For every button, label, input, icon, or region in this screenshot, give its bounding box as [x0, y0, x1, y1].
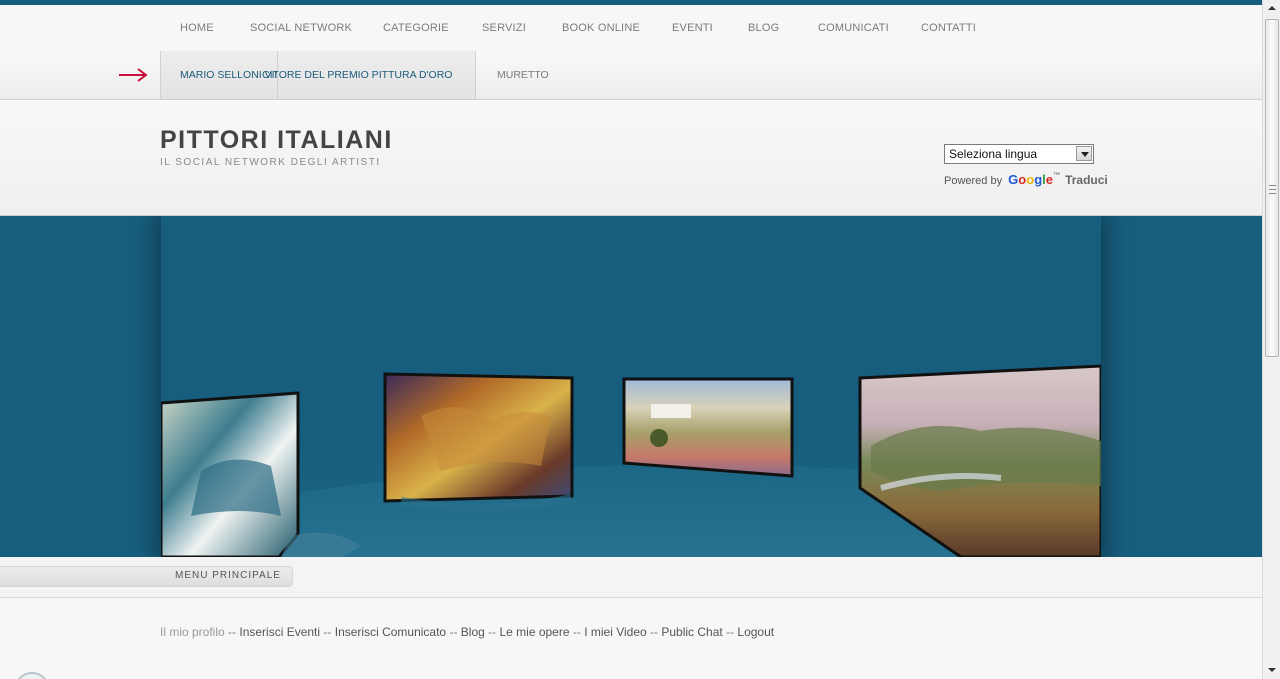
- language-select-value: Seleziona lingua: [949, 147, 1038, 161]
- tab-mario-selloni-label-b: CITORE DEL PREMIO PITTURA D'ORO: [262, 69, 453, 81]
- primary-nav: HOME SOCIAL NETWORK CATEGORIE SERVIZI BO…: [0, 5, 1262, 51]
- menu-bar: MENU PRINCIPALE: [0, 557, 1262, 598]
- arrow-right-icon: [119, 68, 148, 82]
- nav-eventi[interactable]: EVENTI: [672, 22, 713, 34]
- nav-social-network[interactable]: SOCIAL NETWORK: [250, 22, 352, 34]
- nav-home[interactable]: HOME: [180, 22, 214, 34]
- scroll-up-icon[interactable]: [1263, 0, 1280, 17]
- site-subtitle: IL SOCIAL NETWORK DEGLI ARTISTI: [160, 157, 381, 168]
- menu-principale-label: MENU PRINCIPALE: [175, 570, 281, 581]
- tab-muretto[interactable]: MURETTO: [497, 51, 549, 99]
- separator: --: [320, 625, 335, 639]
- separator: --: [569, 625, 585, 639]
- link-inserisci-eventi[interactable]: Inserisci Eventi: [239, 625, 320, 639]
- scrollbar-thumb[interactable]: [1265, 19, 1279, 357]
- circle-icon: [14, 672, 50, 679]
- scroll-down-icon[interactable]: [1263, 662, 1280, 679]
- vertical-scrollbar[interactable]: [1262, 0, 1280, 679]
- separator: --: [446, 625, 461, 639]
- google-logo[interactable]: Google™: [1008, 172, 1060, 187]
- tm-mark: ™: [1053, 172, 1060, 179]
- link-logout[interactable]: Logout: [737, 625, 774, 639]
- menu-principale-button[interactable]: MENU PRINCIPALE: [0, 566, 293, 587]
- gallery-3d-stage[interactable]: [161, 216, 1101, 557]
- language-select[interactable]: Seleziona lingua: [944, 144, 1094, 164]
- link-public-chat[interactable]: Public Chat: [661, 625, 722, 639]
- link-mio-profilo[interactable]: Il mio profilo: [160, 625, 225, 639]
- link-i-miei-video[interactable]: I miei Video: [584, 625, 646, 639]
- user-links: Il mio profilo -- Inserisci Eventi -- In…: [160, 625, 774, 639]
- link-inserisci-comunicato[interactable]: Inserisci Comunicato: [335, 625, 446, 639]
- powered-by-google: Powered by Google™ Traduci: [944, 172, 1108, 187]
- nav-categorie[interactable]: CATEGORIE: [383, 22, 449, 34]
- site-header: PITTORI ITALIANI IL SOCIAL NETWORK DEGLI…: [0, 100, 1262, 216]
- site-title[interactable]: PITTORI ITALIANI: [160, 126, 393, 155]
- nav-servizi[interactable]: SERVIZI: [482, 22, 526, 34]
- traduci-link[interactable]: Traduci: [1065, 173, 1108, 187]
- nav-blog[interactable]: BLOG: [748, 22, 779, 34]
- gallery-banner: [0, 216, 1262, 557]
- separator: --: [646, 625, 662, 639]
- grip-icon: [1269, 185, 1276, 194]
- nav-book-online[interactable]: BOOK ONLINE: [562, 22, 640, 34]
- powered-by-label: Powered by: [944, 175, 1003, 187]
- tab-mario-selloni-cont[interactable]: CITORE DEL PREMIO PITTURA D'ORO: [262, 51, 476, 99]
- page: HOME SOCIAL NETWORK CATEGORIE SERVIZI BO…: [0, 0, 1262, 679]
- separator: --: [224, 625, 240, 639]
- separator: --: [722, 625, 738, 639]
- tab-mario-selloni[interactable]: MARIO SELLONI VIN: [160, 51, 282, 99]
- nav-comunicati[interactable]: COMUNICATI: [818, 22, 889, 34]
- gallery-paintings: [161, 364, 1101, 557]
- nav-contatti[interactable]: CONTATTI: [921, 22, 976, 34]
- secondary-nav: MARIO SELLONI VIN CITORE DEL PREMIO PITT…: [0, 51, 1262, 100]
- link-blog[interactable]: Blog: [461, 625, 485, 639]
- chevron-down-icon[interactable]: [1076, 146, 1092, 161]
- link-le-mie-opere[interactable]: Le mie opere: [499, 625, 569, 639]
- separator: --: [484, 625, 500, 639]
